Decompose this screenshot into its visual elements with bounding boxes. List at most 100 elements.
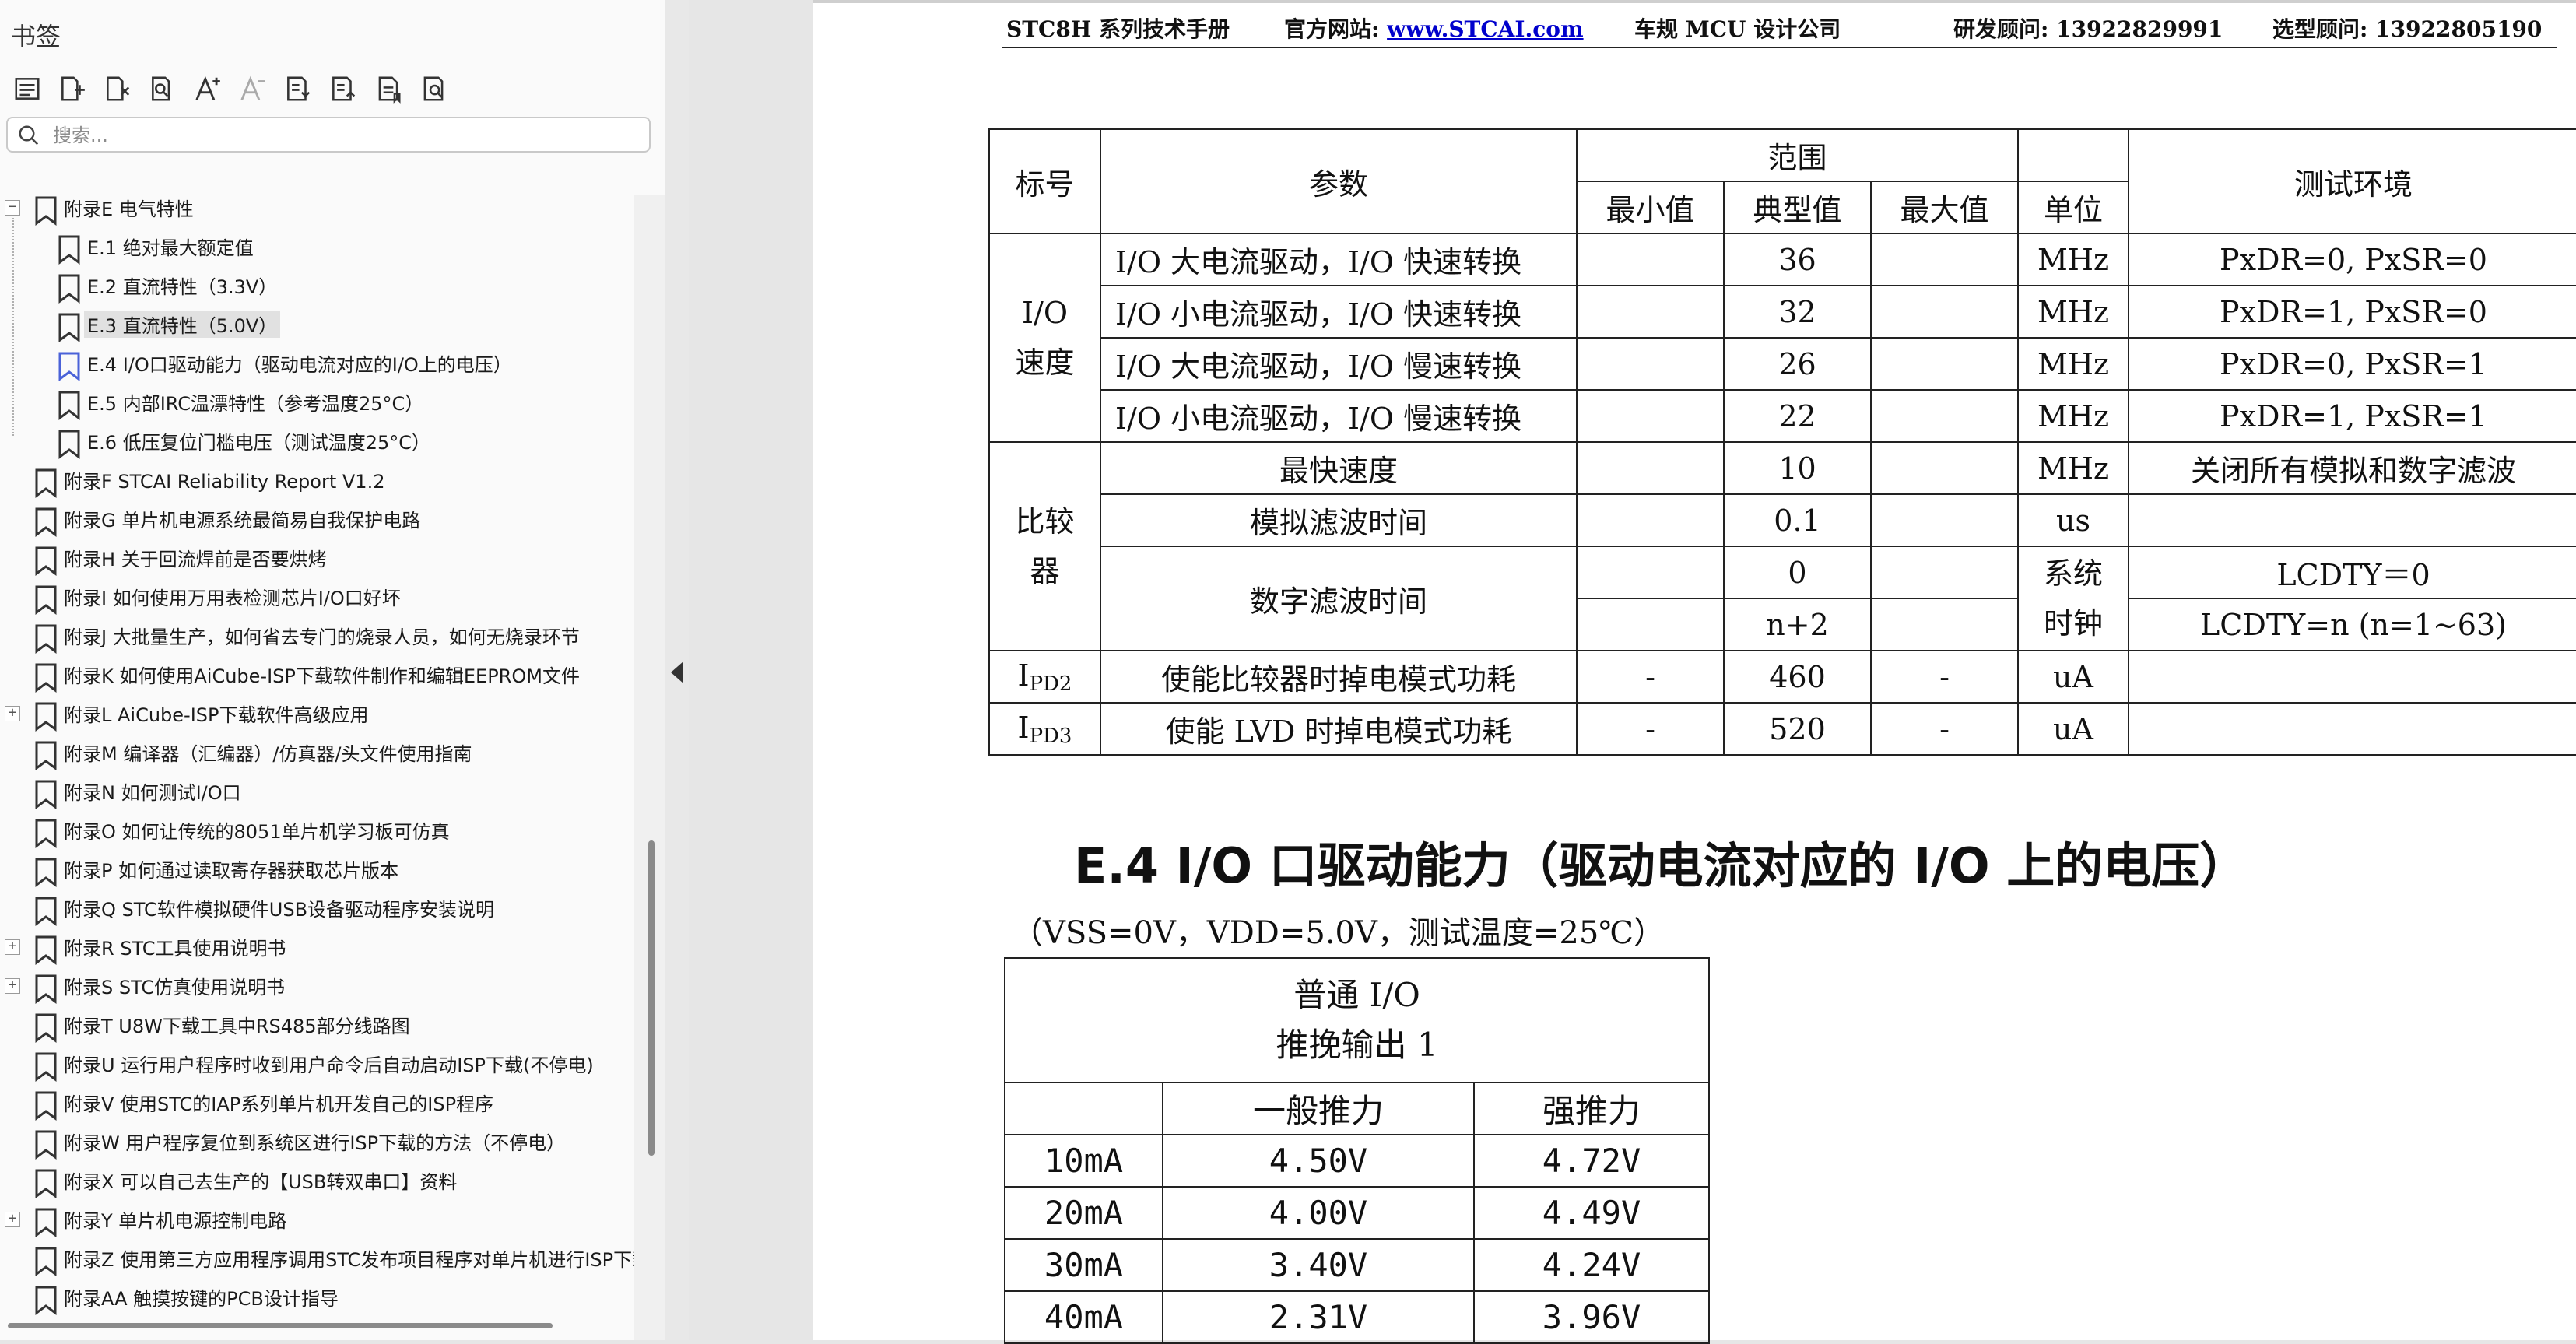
bookmark-icon <box>34 779 58 809</box>
bookmark-icon <box>34 1012 58 1043</box>
bookmark-item[interactable]: E.3 直流特性（5.0V） <box>0 304 634 342</box>
bookmark-panel: 书签 搜索... − 附录E 电气特性 E.1 绝对最大额定值 E.2 直流特性… <box>0 0 665 1340</box>
drive-current: 40mA <box>1004 1290 1163 1344</box>
bookmark-item[interactable]: 附录W 用户程序复位到系统区进行ISP下载的方法（不停电） <box>0 1121 634 1160</box>
vertical-scrollbar[interactable] <box>648 840 655 1156</box>
bookmark-item[interactable]: 附录T U8W下载工具中RS485部分线路图 <box>0 1004 634 1043</box>
io-row-typ: 32 <box>1723 285 1872 339</box>
horizontal-scrollbar[interactable] <box>8 1323 553 1328</box>
table-row: 30mA 3.40V 4.24V <box>1004 1238 1711 1292</box>
bookmark-item[interactable]: + 附录R STC工具使用说明书 <box>0 926 634 965</box>
header-website-label: 官方网站: <box>1284 16 1380 42</box>
bookmark-item[interactable]: + 附录S STC仿真使用说明书 <box>0 965 634 1004</box>
expand-toggle-icon[interactable]: + <box>5 1212 20 1227</box>
bookmark-item[interactable]: 附录Q STC软件模拟硬件USB设备驱动程序安装说明 <box>0 887 634 926</box>
bookmark-item[interactable]: 附录G 单片机电源系统最简易自我保护电路 <box>0 498 634 537</box>
bookmark-item[interactable]: + 附录L AiCube-ISP下载软件高级应用 <box>0 693 634 732</box>
font-larger-icon[interactable] <box>187 68 229 110</box>
ipd2-typ: 460 <box>1723 650 1872 704</box>
bookmark-label: 附录V 使用STC的IAP系列单片机开发自己的ISP程序 <box>64 1093 494 1115</box>
ipd2-min: - <box>1576 650 1725 704</box>
io-speed-rows: I/O 速度 I/O 大电流驱动，I/O 快速转换 36 MHz PxDR=0, PxS… <box>988 233 2576 443</box>
collapse-toggle-icon[interactable]: − <box>5 200 20 216</box>
bookmark-item[interactable]: 附录H 关于回流焊前是否要烘烤 <box>0 537 634 576</box>
io-row-max <box>1869 233 2020 286</box>
comp-fast-typ: 10 <box>1723 441 1872 495</box>
bookmark-label: E.2 直流特性（3.3V） <box>87 276 278 298</box>
col-header-param: 参数 <box>1100 128 1578 234</box>
io-row-typ: 26 <box>1723 337 1872 391</box>
bookmark-item[interactable]: 附录P 如何通过读取寄存器获取芯片版本 <box>0 848 634 887</box>
io-row-env: PxDR=0, PxSR=1 <box>2128 337 2576 391</box>
io-row-max <box>1869 285 2020 339</box>
drive-strong-voltage: 3.96V <box>1472 1290 1711 1344</box>
bookmark-item[interactable]: 附录N 如何测试I/O口 <box>0 770 634 809</box>
bookmark-item[interactable]: 附录O 如何让传统的8051单片机学习板可仿真 <box>0 809 634 848</box>
bookmark-label: 附录U 运行用户程序时收到用户命令后自动启动ISP下载(不停电) <box>64 1054 594 1076</box>
bookmark-list-icon[interactable] <box>6 68 48 110</box>
io-row-min <box>1576 389 1725 443</box>
bookmark-label: 附录K 如何使用AiCube-ISP下载软件制作和编辑EEPROM文件 <box>64 665 580 687</box>
table-row: I/O 大电流驱动，I/O 慢速转换 26 MHz PxDR=0, PxSR=1 <box>989 337 2576 391</box>
font-smaller-icon[interactable] <box>232 68 274 110</box>
bookmark-item[interactable]: 附录Z 使用第三方应用程序调用STC发布项目程序对单片机进行ISP下载 <box>0 1237 634 1276</box>
ipd3-param: 使能 LVD 时掉电模式功耗 <box>1100 702 1578 756</box>
bookmark-item[interactable]: 附录I 如何使用万用表检测芯片I/O口好坏 <box>0 576 634 615</box>
comp-fast-max <box>1869 441 2020 495</box>
bookmark-icon <box>34 896 58 926</box>
drive-normal-voltage: 3.40V <box>1162 1238 1475 1292</box>
io-row-param: I/O 大电流驱动，I/O 快速转换 <box>1100 233 1578 286</box>
expand-all-icon[interactable] <box>277 68 319 110</box>
bookmark-icon <box>58 390 81 420</box>
panel-scroll-track <box>634 195 665 1340</box>
bookmark-item[interactable]: 附录K 如何使用AiCube-ISP下载软件制作和编辑EEPROM文件 <box>0 654 634 693</box>
bookmark-item[interactable]: E.2 直流特性（3.3V） <box>0 265 634 304</box>
bookmark-item[interactable]: 附录M 编译器（汇编器）/仿真器/头文件使用指南 <box>0 732 634 770</box>
bookmark-label: 附录E 电气特性 <box>64 198 194 220</box>
io-header-normal: 一般推力 <box>1162 1082 1475 1135</box>
bookmark-item[interactable]: 附录U 运行用户程序时收到用户命令后自动启动ISP下载(不停电) <box>0 1043 634 1082</box>
electrical-spec-table: 标号 参数 范围 测试环境 最小值 典型值 最大值 单位 I/O 速度 I/O 大… <box>988 128 2576 756</box>
bookmark-item[interactable]: E.5 内部IRC温漂特性（参考温度25°C） <box>0 381 634 420</box>
io-row-typ: 36 <box>1723 233 1872 286</box>
bookmark-item[interactable]: 附录J 大批量生产，如何省去专门的烧录人员，如何无烧录环节 <box>0 615 634 654</box>
collapse-all-icon[interactable] <box>322 68 364 110</box>
bookmark-item[interactable]: E.4 I/O口驱动能力（驱动电流对应的I/O上的电压） <box>0 342 634 381</box>
bookmark-item[interactable]: − 附录E 电气特性 <box>0 187 634 226</box>
website-link[interactable]: www.STCAI.com <box>1387 16 1584 42</box>
bookmark-icon <box>34 195 58 226</box>
bookmark-item[interactable]: 附录X 可以自己去生产的【USB转双串口】资料 <box>0 1160 634 1198</box>
search-input[interactable] <box>51 121 638 149</box>
comp-analog-max <box>1869 493 2020 547</box>
ipd2-unit: uA <box>2017 650 2130 704</box>
find-bookmark-icon[interactable] <box>142 68 184 110</box>
bookmark-icon <box>58 429 81 459</box>
bookmark-item[interactable]: 附录F STCAI Reliability Report V1.2 <box>0 459 634 498</box>
bookmark-label: 附录H 关于回流焊前是否要烘烤 <box>64 549 327 570</box>
search-box <box>6 117 651 153</box>
ipd3-sub: PD3 <box>1029 724 1072 748</box>
delete-bookmark-icon[interactable] <box>97 68 139 110</box>
bookmark-item[interactable]: E.1 绝对最大额定值 <box>0 226 634 265</box>
bookmark-item[interactable]: 附录V 使用STC的IAP系列单片机开发自己的ISP程序 <box>0 1082 634 1121</box>
expand-toggle-icon[interactable]: + <box>5 939 20 955</box>
expand-toggle-icon[interactable]: + <box>5 978 20 994</box>
add-bookmark-icon[interactable] <box>51 68 93 110</box>
search-bookmark-icon[interactable] <box>412 68 454 110</box>
drive-current: 20mA <box>1004 1186 1163 1240</box>
bookmark-item[interactable]: E.6 低压复位门槛电压（测试温度25°C） <box>0 420 634 459</box>
bookmark-label: E.1 绝对最大额定值 <box>87 237 254 259</box>
ipd2-symbol: IPD2 <box>988 650 1101 704</box>
bookmark-label: 附录O 如何让传统的8051单片机学习板可仿真 <box>64 821 450 843</box>
io-row-param: I/O 小电流驱动，I/O 快速转换 <box>1100 285 1578 339</box>
bookmark-item[interactable]: 附录AA 触摸按键的PCB设计指导 <box>0 1276 634 1315</box>
bookmark-icon <box>34 701 58 732</box>
ipd2-sym: I <box>1017 658 1030 693</box>
table-row: 20mA 4.00V 4.49V <box>1004 1186 1711 1240</box>
page-bookmark-icon[interactable] <box>367 68 409 110</box>
expand-toggle-icon[interactable]: + <box>5 706 20 721</box>
bookmark-item[interactable]: + 附录Y 单片机电源控制电路 <box>0 1198 634 1237</box>
bookmark-icon <box>34 1090 58 1121</box>
io-row-param: I/O 小电流驱动，I/O 慢速转换 <box>1100 389 1578 443</box>
collapse-panel-icon[interactable] <box>671 661 683 683</box>
